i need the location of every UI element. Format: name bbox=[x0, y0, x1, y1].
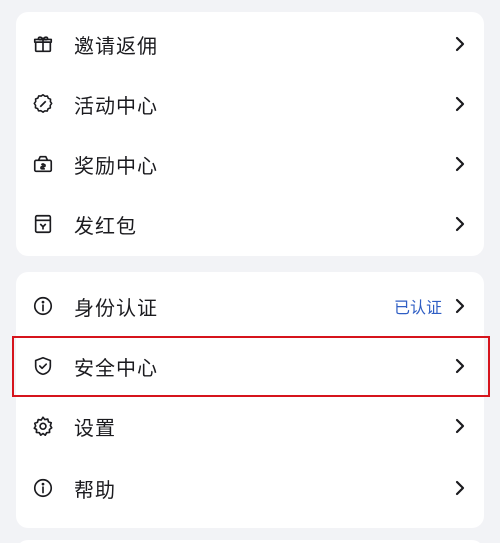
chevron-right-icon bbox=[454, 35, 466, 53]
verified-status-text: 已认证 bbox=[393, 298, 442, 317]
menu-card-rewards: 邀请返佣 活动中心 奖励中心 发红包 bbox=[16, 12, 484, 256]
activity-icon bbox=[32, 93, 54, 115]
help-info-icon bbox=[32, 477, 54, 499]
menu-item-label: 安全中心 bbox=[74, 355, 158, 380]
chevron-right-icon bbox=[454, 215, 466, 233]
menu-item-settings[interactable]: 设置 bbox=[16, 396, 484, 456]
menu-item-activity-center[interactable]: 活动中心 bbox=[16, 74, 484, 134]
reward-box-icon bbox=[32, 153, 54, 175]
gift-icon bbox=[32, 33, 54, 55]
chevron-right-icon bbox=[454, 357, 466, 375]
menu-item-invite-rebate[interactable]: 邀请返佣 bbox=[16, 14, 484, 74]
red-packet-icon bbox=[32, 213, 54, 235]
menu-item-label: 设置 bbox=[74, 415, 116, 440]
menu-item-label: 身份认证 bbox=[74, 295, 158, 320]
chevron-right-icon bbox=[454, 95, 466, 113]
chevron-right-icon bbox=[454, 297, 466, 315]
shield-check-icon bbox=[32, 355, 54, 377]
chevron-right-icon bbox=[454, 417, 466, 435]
menu-item-label: 奖励中心 bbox=[74, 153, 158, 178]
menu-card-account: 身份认证 已认证 安全中心 设置 帮助 bbox=[16, 272, 484, 528]
menu-item-reward-center[interactable]: 奖励中心 bbox=[16, 134, 484, 194]
menu-item-help[interactable]: 帮助 bbox=[16, 458, 484, 518]
menu-item-label: 发红包 bbox=[74, 213, 137, 238]
menu-item-label: 邀请返佣 bbox=[74, 33, 158, 58]
gear-icon bbox=[32, 415, 54, 437]
menu-item-security-center[interactable]: 安全中心 bbox=[16, 336, 484, 396]
chevron-right-icon bbox=[454, 155, 466, 173]
menu-item-label: 帮助 bbox=[74, 477, 116, 502]
info-icon bbox=[32, 295, 54, 317]
menu-item-identity-verification[interactable]: 身份认证 已认证 bbox=[16, 276, 484, 336]
menu-item-send-red-packet[interactable]: 发红包 bbox=[16, 194, 484, 254]
chevron-right-icon bbox=[454, 479, 466, 497]
menu-item-label: 活动中心 bbox=[74, 93, 158, 118]
